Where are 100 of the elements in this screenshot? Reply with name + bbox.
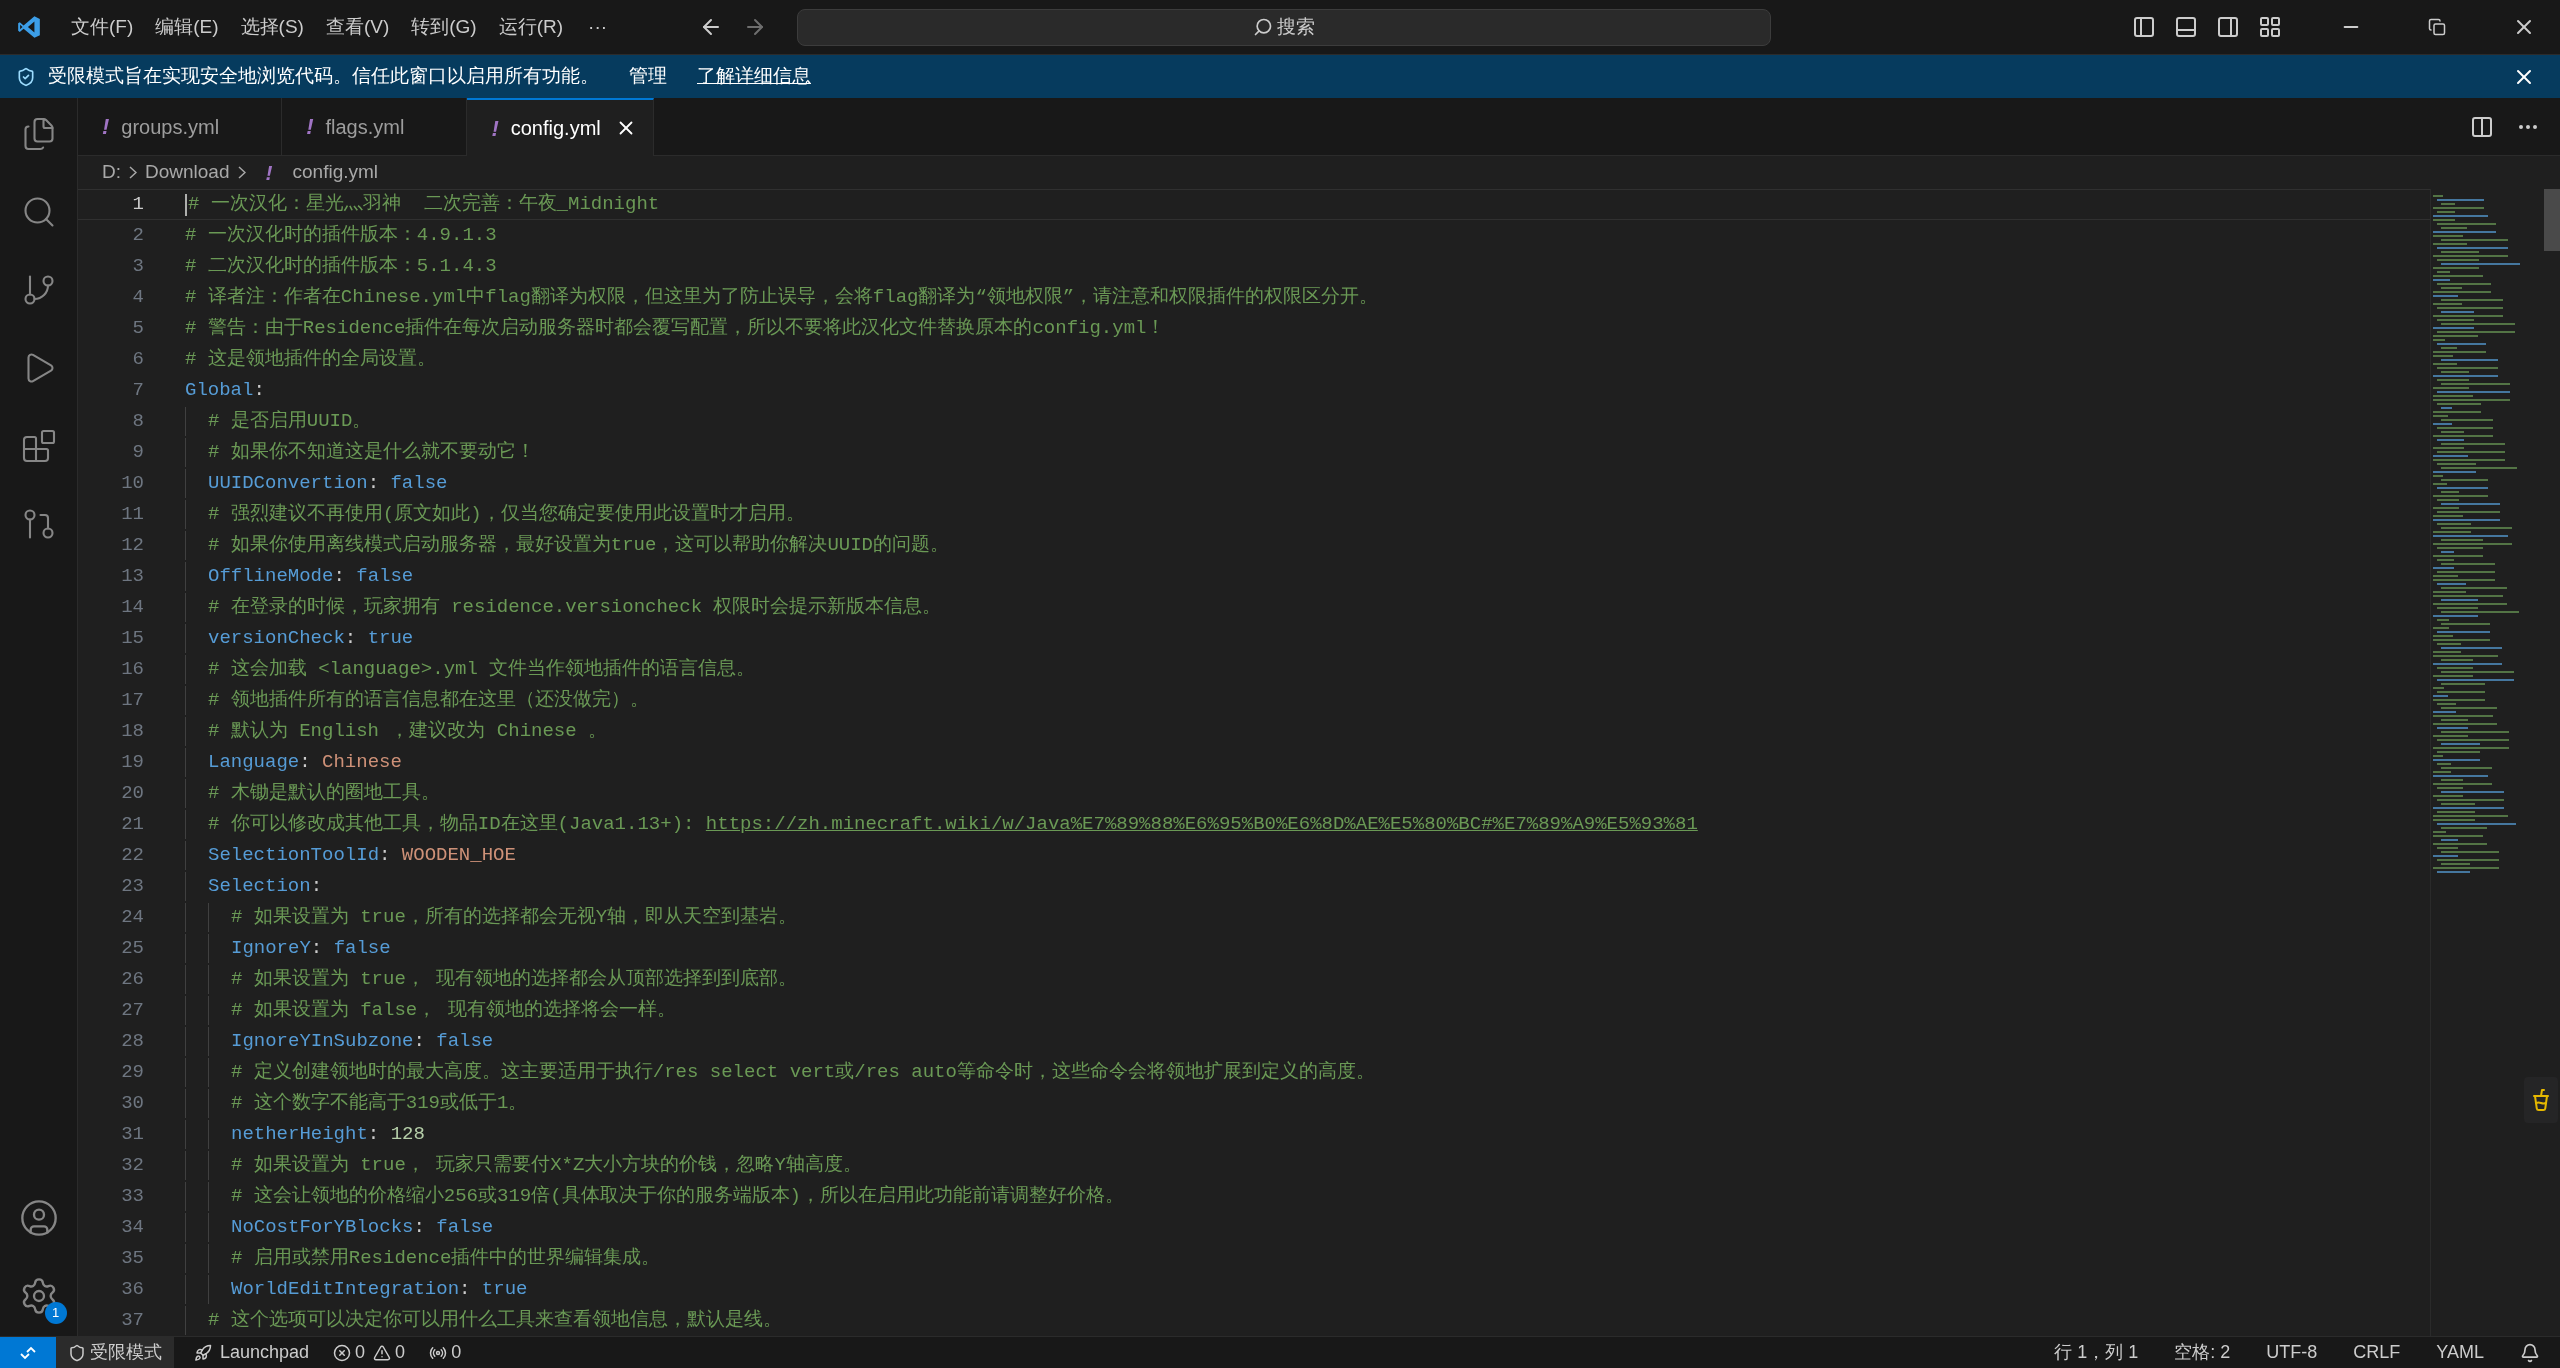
yaml-file-icon: ! <box>491 111 499 145</box>
code-line: Language: Chinese <box>208 750 402 776</box>
notifications-icon[interactable] <box>2520 1342 2540 1363</box>
breadcrumb-item[interactable]: config.yml <box>292 158 379 187</box>
extensions-icon[interactable] <box>20 428 57 464</box>
menu-item[interactable]: 编辑(E) <box>146 8 228 46</box>
code-line: # 强烈建议不再使用(原文如此)，仅当您确定要使用此设置时才启用。 <box>208 502 805 528</box>
menu-item[interactable]: 运行(R) <box>489 8 573 46</box>
scrollbar-thumb[interactable] <box>2544 189 2560 251</box>
code-link[interactable]: https://zh.minecraft.wiki/w/Java%E7%89%88%E6%95%B0%E6%8D%AE%E5%80%BC#%E7%89%A9%E5%93%81 <box>705 810 1698 839</box>
status-item[interactable]: UTF-8 <box>2266 1339 2318 1366</box>
code-line: NoCostForYBlocks: false <box>231 1215 494 1241</box>
line-number: 36 <box>120 1277 144 1303</box>
code-line: netherHeight: 128 <box>231 1122 425 1148</box>
line-number: 5 <box>131 316 144 342</box>
line-number: 23 <box>120 874 144 900</box>
line-number: 37 <box>120 1308 144 1334</box>
code-line: versionCheck: true <box>208 626 414 652</box>
line-number: 1 <box>131 192 144 218</box>
line-number: 33 <box>120 1184 144 1210</box>
panel-toggle-icon[interactable] <box>2174 15 2198 39</box>
code-line: # 如果设置为 true，所有的选择都会无视Y轴，即从天空到基岩。 <box>231 905 798 931</box>
code-line: # 一次汉化：星光灬羽神 二次完善：午夜_Midnight <box>188 192 660 218</box>
line-number: 2 <box>131 223 144 249</box>
search-field[interactable]: 搜索 <box>797 8 1772 46</box>
code-line: # 警告：由于Residence插件在每次启动服务器时都会覆写配置，所以不要将此汉化文件替换原本的config.yml！ <box>185 316 1166 342</box>
secondary-sidebar-toggle-icon[interactable] <box>2216 15 2240 39</box>
line-number: 8 <box>131 409 144 435</box>
editor-tab[interactable]: ! config.yml <box>467 98 654 156</box>
line-number: 16 <box>120 657 144 683</box>
code-line: UUIDConvertion: false <box>208 471 448 497</box>
restricted-mode-status[interactable]: 受限模式 <box>56 1337 174 1368</box>
error-count[interactable]: 0 <box>355 1339 366 1366</box>
banner-link[interactable]: 管理 <box>629 62 667 91</box>
banner-message: 受限模式旨在实现安全地浏览代码。信任此窗口以启用所有功能。 <box>48 64 599 89</box>
line-number: 20 <box>120 781 144 807</box>
menu-item[interactable]: 转到(G) <box>402 8 486 46</box>
line-number: 29 <box>120 1060 144 1086</box>
code-line: Global: <box>185 378 265 404</box>
notification-badge: 1 <box>44 1302 67 1324</box>
code-line: # 你可以修改成其他工具，物品ID在这里(Java1.13+): https://zh.minecraft.wiki/w/Java%E7%89%88%E6%95%B0%E6%8D%AE%E5%80%BC#%E7%89%A9%E5%93%81 <box>208 810 1698 839</box>
code-line: # 木锄是默认的圈地工具。 <box>208 781 440 807</box>
account-icon[interactable] <box>18 1198 59 1238</box>
code-line: # 启用或禁用Residence插件中的世界编辑集成。 <box>231 1246 661 1272</box>
code-line: IgnoreY: false <box>231 936 391 962</box>
menu-item[interactable]: 文件(F) <box>62 8 143 46</box>
app-logo-icon <box>16 14 42 40</box>
restore-icon[interactable] <box>2428 18 2446 36</box>
warning-icon <box>373 1343 392 1362</box>
text-cursor <box>185 193 187 216</box>
line-number: 19 <box>120 750 144 776</box>
code-line: # 如果你使用离线模式启动服务器，最好设置为true，这可以帮助你解决UUID的问题。 <box>208 533 950 559</box>
line-number: 30 <box>120 1091 144 1117</box>
code-line: # 定义创建领地时的最大高度。这主要适用于执行/res select vert或/res auto等命令时，这些命令会将领地扩展到定义的高度。 <box>231 1060 1375 1086</box>
code-line: OfflineMode: false <box>208 564 414 590</box>
line-number: 28 <box>120 1029 144 1055</box>
layout-icon[interactable] <box>2258 15 2282 39</box>
code-line: WorldEditIntegration: true <box>231 1277 528 1303</box>
breadcrumb-item[interactable]: Download <box>145 158 230 187</box>
code-line: # 如果设置为 true， 现有领地的选择都会从顶部选择到到底部。 <box>231 967 798 993</box>
rocket-icon[interactable] <box>194 1343 212 1362</box>
yaml-file-icon: ! <box>102 110 110 143</box>
line-number: 24 <box>120 905 144 931</box>
ports-count[interactable]: 0 <box>451 1339 462 1366</box>
line-number: 31 <box>120 1122 144 1148</box>
remote-button[interactable] <box>0 1337 56 1368</box>
line-number: 18 <box>120 719 144 745</box>
code-line: # 这是领地插件的全局设置。 <box>185 347 436 373</box>
line-number: 14 <box>120 595 144 621</box>
yaml-file-icon: ! <box>306 110 314 143</box>
status-item[interactable]: 空格: 2 <box>2174 1339 2231 1366</box>
banner-link[interactable]: 了解详细信息 <box>697 62 811 91</box>
line-number: 25 <box>120 936 144 962</box>
shield-icon <box>68 1343 86 1362</box>
line-number: 7 <box>131 378 144 404</box>
status-item[interactable]: YAML <box>2436 1339 2484 1366</box>
line-number: 15 <box>120 626 144 652</box>
status-item[interactable]: CRLF <box>2353 1339 2401 1366</box>
more-menu[interactable]: ··· <box>576 8 620 46</box>
code-line: # 如果你不知道这是什么就不要动它！ <box>208 440 535 466</box>
code-line: # 这会让领地的价格缩小256或319倍(具体取决于你的服务端版本)，所以在启用此功能前请调整好价格。 <box>231 1184 1125 1210</box>
split-editor-icon[interactable] <box>2470 114 2494 139</box>
chevron-icon <box>237 166 246 179</box>
code-line: SelectionToolId: WOODEN_HOE <box>208 843 516 869</box>
warning-count[interactable]: 0 <box>395 1339 406 1366</box>
code-line: IgnoreYInSubzone: false <box>231 1029 494 1055</box>
launchpad-status[interactable]: Launchpad <box>220 1339 310 1366</box>
menu-item[interactable]: 选择(S) <box>231 8 313 46</box>
error-icon <box>333 1343 352 1362</box>
yaml-file-icon: ! <box>265 156 273 189</box>
menu-item[interactable]: 查看(V) <box>316 8 399 46</box>
code-line: # 领地插件所有的语言信息都在这里（还没做完）。 <box>208 688 649 714</box>
code-line: # 在登录的时候，玩家拥有 residence.versioncheck 权限时会提示新版本信息。 <box>208 595 942 621</box>
chevron-icon <box>129 166 137 179</box>
line-number: 3 <box>131 254 144 280</box>
sidebar-toggle-icon[interactable] <box>2132 15 2156 39</box>
line-number: 22 <box>120 843 144 869</box>
breadcrumb-item[interactable]: D: <box>102 158 121 187</box>
status-item[interactable]: 行 1，列 1 <box>2054 1339 2139 1366</box>
line-number: 6 <box>131 347 144 373</box>
